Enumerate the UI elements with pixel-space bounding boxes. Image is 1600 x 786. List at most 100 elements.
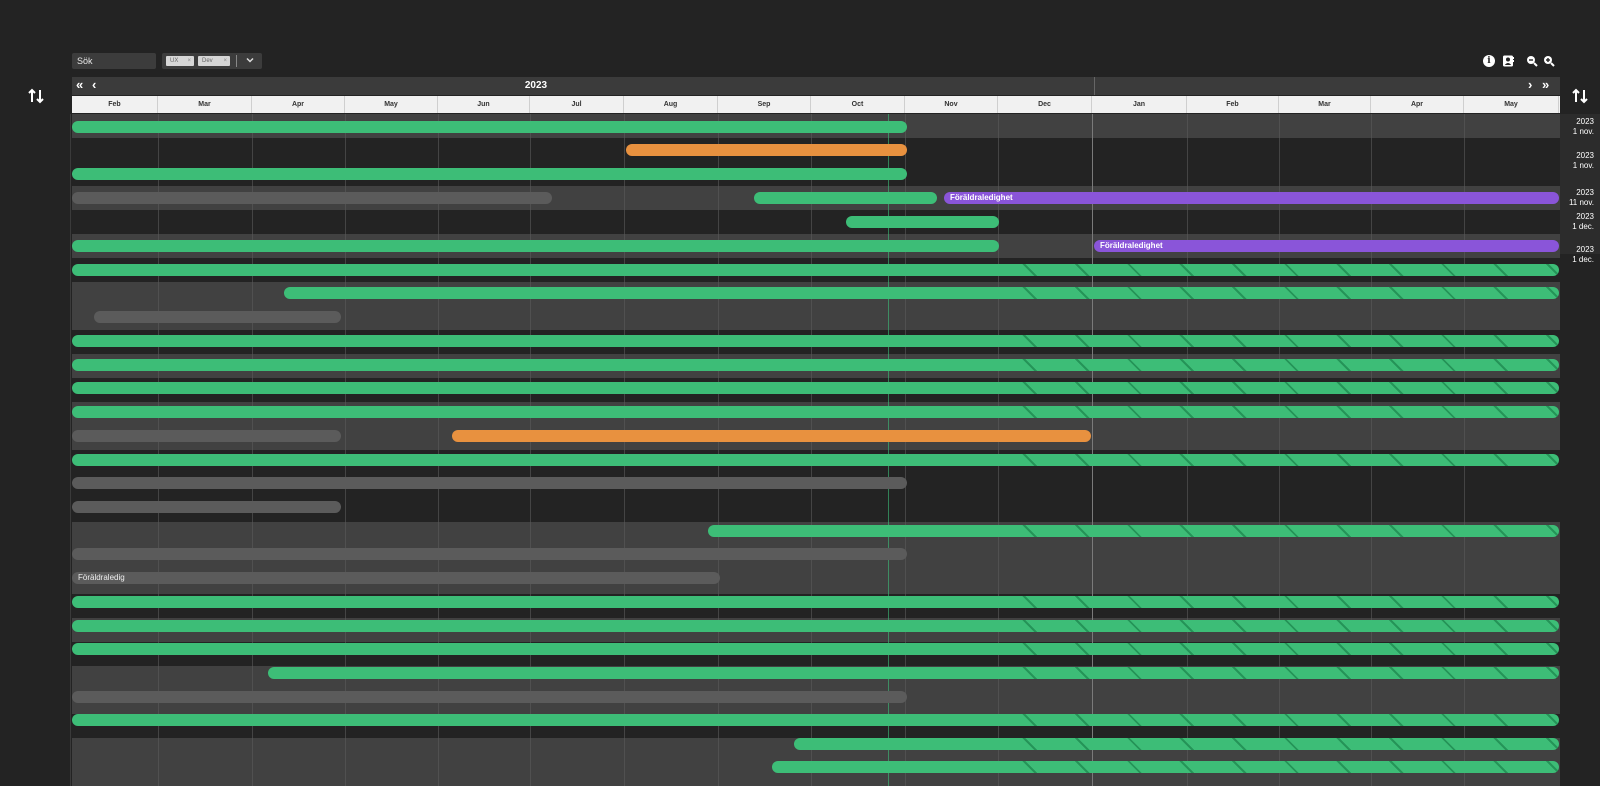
month-gridline: [1371, 114, 1372, 786]
sort-up-down-icon[interactable]: [28, 88, 44, 109]
gray-timeline-bar[interactable]: [72, 430, 341, 442]
month-label: May: [1464, 96, 1559, 113]
green-timeline-bar[interactable]: [72, 359, 1559, 371]
month-label: Jul: [530, 96, 624, 113]
gray-timeline-bar[interactable]: [72, 548, 907, 560]
orange-timeline-bar[interactable]: [626, 144, 907, 156]
gray-timeline-bar[interactable]: Föräldraledig: [72, 572, 720, 584]
green-timeline-bar[interactable]: [72, 454, 1559, 466]
parental-leave-bar[interactable]: Föräldraledighet: [944, 192, 1559, 204]
end-date-label: 2023 1 nov.: [1561, 151, 1600, 171]
month-gridline: [1279, 114, 1280, 786]
year-header: « ‹ 2023 › »: [72, 77, 1560, 95]
month-label: Mar: [1279, 96, 1371, 113]
filter-chip-label: Dev: [202, 58, 213, 64]
info-icon[interactable]: i: [1483, 55, 1495, 67]
month-label: Oct: [811, 96, 905, 113]
sort-up-down-icon[interactable]: [1572, 88, 1588, 109]
green-timeline-bar[interactable]: [72, 714, 1559, 726]
projected-hatch: [985, 714, 1559, 726]
month-label: Sep: [718, 96, 811, 113]
projected-hatch: [985, 264, 1559, 276]
month-label: Feb: [1187, 96, 1279, 113]
month-gridline: [998, 114, 999, 786]
green-timeline-bar[interactable]: [708, 525, 1559, 537]
projected-hatch: [985, 287, 1559, 299]
green-timeline-bar[interactable]: [72, 382, 1559, 394]
green-timeline-bar[interactable]: [72, 240, 999, 252]
month-gridline: [718, 114, 719, 786]
green-timeline-bar[interactable]: [72, 121, 907, 133]
projected-hatch: [985, 454, 1559, 466]
filter-select[interactable]: UX × Dev ×: [162, 53, 262, 69]
search-input[interactable]: Sök: [72, 53, 156, 69]
projected-hatch: [985, 359, 1559, 371]
gray-timeline-bar[interactable]: [72, 477, 907, 489]
month-gridline: [905, 114, 906, 786]
orange-timeline-bar[interactable]: [452, 430, 1091, 442]
green-timeline-bar[interactable]: [772, 761, 1559, 773]
chip-close-icon[interactable]: ×: [223, 56, 227, 66]
end-date-year: 2023: [1576, 151, 1594, 160]
gray-timeline-bar[interactable]: [72, 501, 341, 513]
green-timeline-bar[interactable]: [72, 406, 1559, 418]
end-date-day: 1 nov.: [1572, 161, 1594, 170]
green-timeline-bar[interactable]: [846, 216, 999, 228]
month-label: Mar: [158, 96, 252, 113]
projected-hatch: [985, 738, 1559, 750]
gray-timeline-bar[interactable]: [94, 311, 341, 323]
projected-hatch: [985, 643, 1559, 655]
projected-hatch: [985, 406, 1559, 418]
next-page-button[interactable]: ›: [1528, 77, 1532, 93]
last-page-button[interactable]: »: [1542, 77, 1549, 93]
green-timeline-bar[interactable]: [72, 643, 1559, 655]
end-date-day: 11 nov.: [1568, 198, 1594, 207]
filter-separator: [236, 55, 237, 67]
green-timeline-bar[interactable]: [794, 738, 1559, 750]
today-line: [888, 114, 889, 786]
year-divider: [1094, 77, 1095, 95]
chip-close-icon[interactable]: ×: [187, 56, 191, 66]
projected-hatch: [985, 667, 1559, 679]
end-date-year: 2023: [1576, 245, 1594, 254]
end-date-day: 1 nov.: [1572, 127, 1594, 136]
green-timeline-bar[interactable]: [72, 596, 1559, 608]
projected-hatch: [985, 620, 1559, 632]
month-label: May: [345, 96, 438, 113]
month-label: Aug: [624, 96, 718, 113]
green-timeline-bar[interactable]: [72, 620, 1559, 632]
month-label: Jun: [438, 96, 530, 113]
green-timeline-bar[interactable]: [754, 192, 937, 204]
end-date-day: 1 dec.: [1572, 255, 1594, 264]
grid-left-edge: [70, 114, 71, 786]
green-timeline-bar[interactable]: [72, 335, 1559, 347]
end-date-label: 2023 11 nov.: [1561, 188, 1600, 208]
month-gridline: [438, 114, 439, 786]
projected-hatch: [985, 596, 1559, 608]
projected-hatch: [985, 382, 1559, 394]
contact-card-icon[interactable]: [1502, 55, 1514, 67]
green-timeline-bar[interactable]: [72, 264, 1559, 276]
timeline-row: [72, 210, 1560, 234]
green-timeline-bar[interactable]: [284, 287, 1559, 299]
end-date-day: 1 dec.: [1572, 222, 1594, 231]
month-gridline: [1092, 114, 1093, 786]
month-gridline: [811, 114, 812, 786]
month-label: Nov: [905, 96, 998, 113]
gray-timeline-bar[interactable]: [72, 691, 907, 703]
green-timeline-bar[interactable]: [268, 667, 1559, 679]
zoom-in-icon[interactable]: [1543, 55, 1555, 67]
chevron-down-icon[interactable]: [244, 55, 256, 67]
end-date-label: 2023 1 dec.: [1561, 245, 1600, 265]
month-gridline: [1464, 114, 1465, 786]
month-gridline: [252, 114, 253, 786]
month-label: Apr: [1371, 96, 1464, 113]
gray-timeline-bar[interactable]: [72, 192, 552, 204]
zoom-out-icon[interactable]: [1526, 55, 1538, 67]
parental-leave-bar[interactable]: Föräldraledighet: [1094, 240, 1559, 252]
year-label: 2023: [524, 80, 548, 91]
green-timeline-bar[interactable]: [72, 168, 907, 180]
end-date-year: 2023: [1576, 117, 1594, 126]
filter-chip-ux[interactable]: UX ×: [166, 56, 194, 66]
filter-chip-dev[interactable]: Dev ×: [198, 56, 230, 66]
